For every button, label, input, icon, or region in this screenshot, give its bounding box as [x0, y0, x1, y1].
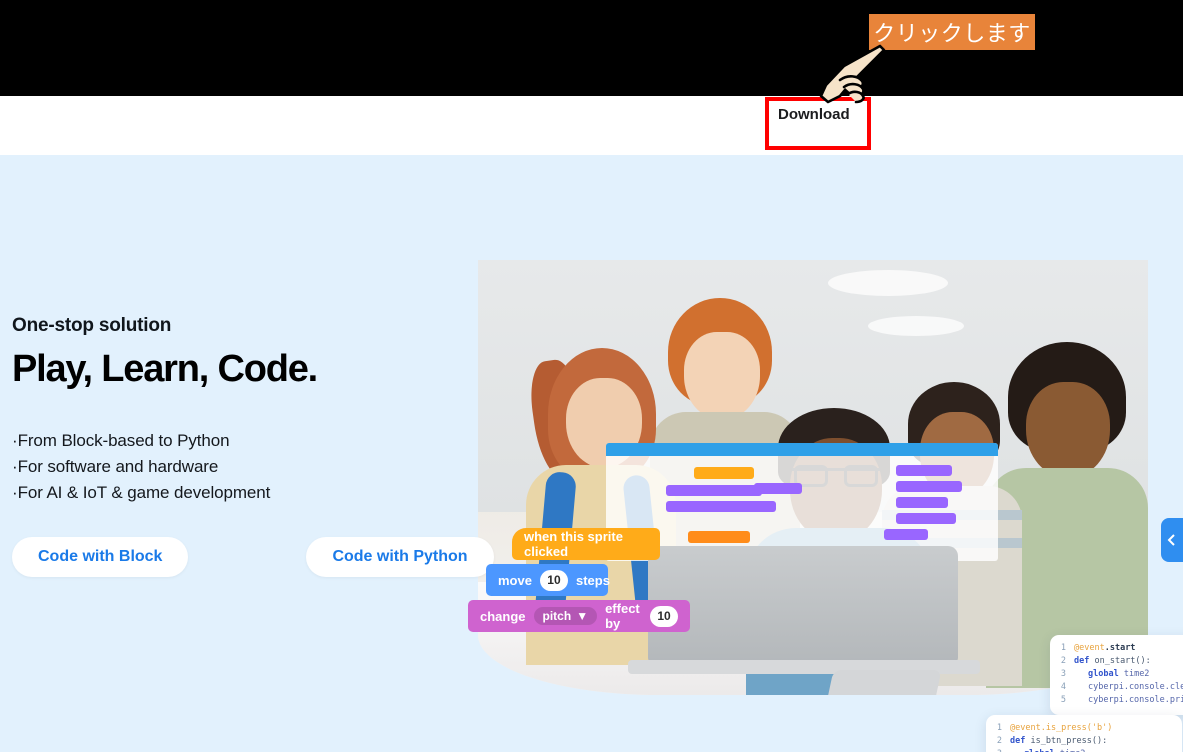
scratch-block-sound[interactable]: change pitch ▼ effect by 10: [468, 600, 690, 632]
code-line: 3 global time2: [1056, 668, 1183, 681]
line-number: 5: [1060, 695, 1066, 705]
line-number: 2: [996, 736, 1002, 746]
side-panel-toggle[interactable]: [1161, 518, 1183, 562]
chevron-left-icon: [1167, 534, 1175, 546]
hero-bullet: From Block-based to Python: [12, 428, 442, 454]
code-token-decorator: @event.is_press: [1010, 723, 1087, 733]
hero-bullet: For AI & IoT & game development: [12, 480, 442, 506]
code-with-python-button[interactable]: Code with Python: [306, 537, 494, 577]
code-with-block-button[interactable]: Code with Block: [12, 537, 189, 577]
chevron-down-icon: ▼: [576, 609, 589, 623]
line-number: 1: [1060, 643, 1066, 653]
hero-headline: Play, Learn, Code.: [12, 348, 318, 390]
scratch-block-text: when this sprite clicked: [524, 529, 623, 559]
hero-bullet: For software and hardware: [12, 454, 442, 480]
nav-item-download[interactable]: Download: [778, 106, 850, 123]
code-line: 1 @event.start: [1056, 642, 1183, 655]
scratch-block-value[interactable]: 10: [539, 569, 568, 591]
mouse-pad-object: [822, 670, 942, 695]
code-token-text: on_start():: [1089, 656, 1151, 666]
hero-copy: One-stop solution Play, Learn, Code. Fro…: [12, 315, 442, 506]
scratch-block-event[interactable]: when this sprite clicked: [512, 528, 660, 560]
line-number: 3: [1060, 669, 1066, 679]
code-line: 5 cyberpi.console.print: [1056, 694, 1183, 707]
code-token-attr: .start: [1104, 643, 1136, 653]
scratch-block-value[interactable]: 10: [650, 605, 678, 627]
code-line: 4 cyberpi.console.clear: [1056, 681, 1183, 694]
hero-section: One-stop solution Play, Learn, Code. Fro…: [0, 155, 1183, 752]
hero-cta-row: Code with Block Code with Python: [12, 537, 494, 577]
code-line: 2 def is_btn_press():: [992, 735, 1174, 748]
line-number: 1: [996, 723, 1002, 733]
code-token-keyword: global: [1088, 669, 1119, 679]
dropdown-value: pitch: [542, 609, 572, 623]
code-token-keyword: def: [1074, 656, 1090, 666]
code-line: 2 def on_start():: [1056, 655, 1183, 668]
line-number: 4: [1060, 682, 1066, 692]
python-code-card-button-press: 1 @event.is_press('b') 2 def is_btn_pres…: [986, 715, 1182, 752]
pointing-hand-icon: [819, 44, 886, 104]
code-line: 3 global time2: [992, 748, 1174, 752]
laptop-screen: [648, 546, 958, 662]
code-token-text: cyberpi.console.clear: [1088, 682, 1183, 692]
scratch-block-dropdown[interactable]: pitch ▼: [533, 607, 598, 625]
hero-bullet-list: From Block-based to Python For software …: [12, 428, 442, 506]
code-token-text: cyberpi.console.print: [1088, 695, 1183, 705]
line-number: 2: [1060, 656, 1066, 666]
scratch-block-label: change: [480, 608, 526, 624]
scratch-block-label: steps: [575, 572, 610, 588]
scratch-blocks-overlay: when this sprite clicked move 10 steps c…: [468, 528, 690, 636]
site-header: [0, 96, 1183, 155]
python-code-card-on-start: 1 @event.start 2 def on_start(): 3 globa…: [1050, 635, 1183, 715]
page-root: makeblock | mBlock 🔥 AI for Everyone 🎮 C…: [0, 0, 1183, 752]
code-line: 1 @event.is_press('b'): [992, 722, 1174, 735]
code-token-text: time2: [1118, 669, 1150, 679]
hero-eyebrow: One-stop solution: [12, 315, 172, 336]
code-token-text: is_btn_press():: [1025, 736, 1108, 746]
code-token-keyword: def: [1010, 736, 1026, 746]
scratch-block-motion[interactable]: move 10 steps: [486, 564, 610, 596]
code-token-decorator: @event: [1074, 643, 1105, 653]
code-token-arg: ('b'): [1086, 723, 1113, 733]
line-number: 3: [992, 748, 1002, 752]
scratch-block-label: move: [498, 572, 532, 588]
scratch-block-label: effect by: [605, 601, 640, 631]
click-instruction-callout: クリックします: [869, 14, 1035, 50]
